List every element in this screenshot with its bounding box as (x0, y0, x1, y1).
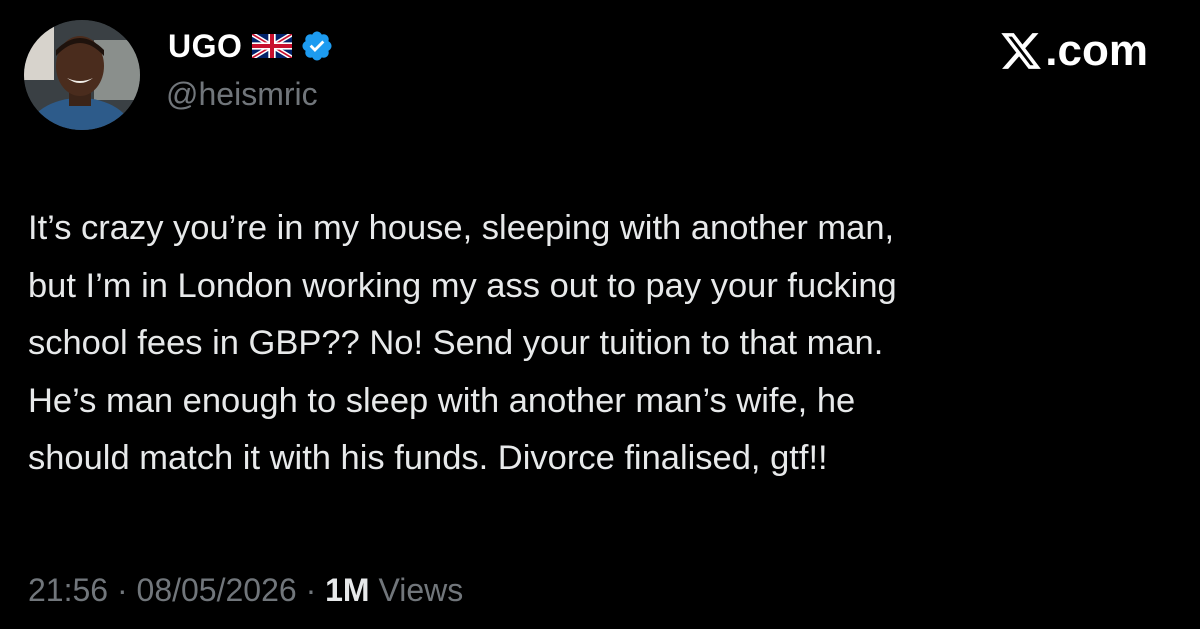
views-count[interactable]: 1M (325, 572, 369, 609)
author-display-name[interactable]: UGO (168, 28, 242, 65)
verified-badge-icon (300, 29, 334, 63)
tweet-meta: 21:56 · 08/05/2026 · 1M Views (28, 572, 463, 609)
brand-domain-text: .com (1045, 26, 1148, 75)
meta-separator: · (108, 572, 137, 608)
tweet-text: It’s crazy you’re in my house, sleeping … (28, 209, 897, 477)
views-label: Views (369, 572, 464, 608)
avatar[interactable] (24, 20, 140, 130)
uk-flag-icon (250, 34, 293, 58)
tweet-date[interactable]: 08/05/2026 (137, 572, 297, 609)
x-logo-icon (999, 29, 1043, 73)
meta-separator: · (296, 572, 326, 608)
avatar-photo (24, 20, 140, 130)
author-handle[interactable]: @heismric (166, 76, 318, 113)
author-name-row: UGO (168, 26, 334, 66)
tweet-time[interactable]: 21:56 (28, 572, 108, 609)
x-brand-watermark: .com (999, 26, 1148, 76)
